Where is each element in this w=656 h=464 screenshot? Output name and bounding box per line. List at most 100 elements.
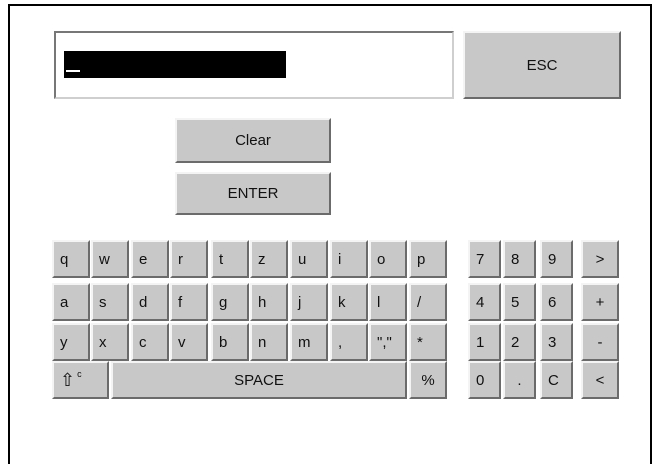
numpad-key-label: . xyxy=(517,371,522,389)
numpad-key-2-0[interactable]: 1 xyxy=(468,323,501,361)
enter-button-label: ENTER xyxy=(227,185,279,202)
key-label: h xyxy=(258,293,267,311)
numpad-key-2-2[interactable]: 3 xyxy=(540,323,573,361)
key-label: , xyxy=(338,333,343,351)
key-row1-6[interactable]: u xyxy=(290,240,328,278)
key-label: z xyxy=(258,250,266,268)
key-label: f xyxy=(178,293,183,311)
key-label: e xyxy=(139,250,148,268)
key-row1-8[interactable]: o xyxy=(369,240,407,278)
clear-button[interactable]: Clear xyxy=(175,118,331,163)
key-row1-9[interactable]: p xyxy=(409,240,447,278)
key-label: s xyxy=(99,293,107,311)
space-key[interactable]: SPACE xyxy=(111,361,407,399)
numpad-key-3-0[interactable]: 0 xyxy=(468,361,501,399)
numpad-key-2-1[interactable]: 2 xyxy=(503,323,536,361)
key-row3-4[interactable]: b xyxy=(211,323,249,361)
text-cursor xyxy=(66,70,80,72)
numpad-key-2-3[interactable]: - xyxy=(581,323,619,361)
numpad-key-3-3[interactable]: < xyxy=(581,361,619,399)
text-input[interactable] xyxy=(64,51,286,78)
esc-button[interactable]: ESC xyxy=(463,31,621,99)
key-row1-0[interactable]: q xyxy=(52,240,90,278)
key-row2-0[interactable]: a xyxy=(52,283,90,321)
key-row1-4[interactable]: t xyxy=(211,240,249,278)
numpad-key-3-2[interactable]: C xyxy=(540,361,573,399)
esc-button-label: ESC xyxy=(526,56,558,74)
numpad-key-0-2[interactable]: 9 xyxy=(540,240,573,278)
key-row2-5[interactable]: h xyxy=(250,283,288,321)
numpad-key-label: < xyxy=(595,371,605,389)
clear-button-label: Clear xyxy=(235,132,271,149)
numpad-key-0-3[interactable]: > xyxy=(581,240,619,278)
key-label: j xyxy=(298,293,302,311)
numpad-key-0-1[interactable]: 8 xyxy=(503,240,536,278)
key-label: c xyxy=(139,333,147,351)
key-label: m xyxy=(298,333,311,351)
key-label: p xyxy=(417,250,426,268)
numpad-key-label: - xyxy=(597,333,603,351)
numpad-key-1-1[interactable]: 5 xyxy=(503,283,536,321)
key-label: "," xyxy=(377,333,392,351)
key-row2-8[interactable]: l xyxy=(369,283,407,321)
key-label: r xyxy=(178,250,183,268)
numpad-key-label: 8 xyxy=(511,250,520,268)
key-label: b xyxy=(219,333,228,351)
key-row3-9[interactable]: * xyxy=(409,323,447,361)
numpad-key-3-1[interactable]: . xyxy=(503,361,536,399)
key-row1-2[interactable]: e xyxy=(131,240,169,278)
space-key-label: SPACE xyxy=(234,371,284,389)
key-row1-5[interactable]: z xyxy=(250,240,288,278)
key-row3-1[interactable]: x xyxy=(91,323,129,361)
key-label: k xyxy=(338,293,346,311)
key-label: n xyxy=(258,333,267,351)
key-label: d xyxy=(139,293,148,311)
text-input-box[interactable] xyxy=(54,31,454,99)
key-row1-3[interactable]: r xyxy=(170,240,208,278)
key-row3-2[interactable]: c xyxy=(131,323,169,361)
key-row2-4[interactable]: g xyxy=(211,283,249,321)
numpad-key-0-0[interactable]: 7 xyxy=(468,240,501,278)
key-row3-5[interactable]: n xyxy=(250,323,288,361)
key-row2-6[interactable]: j xyxy=(290,283,328,321)
key-row2-9[interactable]: / xyxy=(409,283,447,321)
key-row2-1[interactable]: s xyxy=(91,283,129,321)
key-row1-1[interactable]: w xyxy=(91,240,129,278)
key-label: w xyxy=(99,250,110,268)
key-label: l xyxy=(377,293,381,311)
numpad-key-1-2[interactable]: 6 xyxy=(540,283,573,321)
key-label: i xyxy=(338,250,342,268)
numpad-key-1-0[interactable]: 4 xyxy=(468,283,501,321)
key-row2-2[interactable]: d xyxy=(131,283,169,321)
numpad-key-label: 9 xyxy=(548,250,557,268)
shift-arrow-icon: ⇧ xyxy=(60,369,76,390)
key-row3-8[interactable]: "," xyxy=(369,323,407,361)
numpad-key-label: 6 xyxy=(548,293,557,311)
shift-key[interactable]: ⇧ c xyxy=(52,361,109,399)
key-row3-7[interactable]: , xyxy=(330,323,368,361)
key-label: v xyxy=(178,333,186,351)
numpad-key-label: 1 xyxy=(476,333,485,351)
key-label: t xyxy=(219,250,224,268)
numpad-key-label: > xyxy=(595,250,605,268)
key-label: q xyxy=(60,250,69,268)
key-label: g xyxy=(219,293,228,311)
key-row3-6[interactable]: m xyxy=(290,323,328,361)
percent-key[interactable]: % xyxy=(409,361,447,399)
key-row2-7[interactable]: k xyxy=(330,283,368,321)
enter-button[interactable]: ENTER xyxy=(175,172,331,215)
key-row2-3[interactable]: f xyxy=(170,283,208,321)
numpad-key-label: C xyxy=(548,371,559,389)
key-row3-3[interactable]: v xyxy=(170,323,208,361)
key-label: o xyxy=(377,250,386,268)
key-label: / xyxy=(417,293,422,311)
key-row3-0[interactable]: y xyxy=(52,323,90,361)
numpad-key-label: 4 xyxy=(476,293,485,311)
key-label: * xyxy=(417,333,423,351)
numpad-key-1-3[interactable]: + xyxy=(581,283,619,321)
key-row1-7[interactable]: i xyxy=(330,240,368,278)
numpad-key-label: 7 xyxy=(476,250,485,268)
numpad-key-label: 2 xyxy=(511,333,520,351)
numpad-key-label: 0 xyxy=(476,371,485,389)
key-label: x xyxy=(99,333,107,351)
